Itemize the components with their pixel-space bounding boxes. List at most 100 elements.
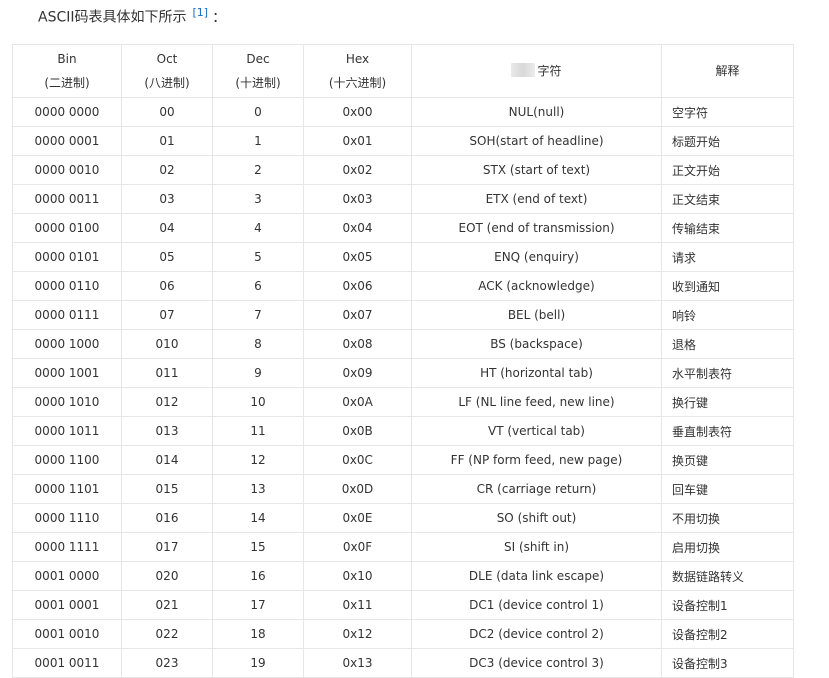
intro-colon: ： (212, 9, 227, 26)
cell-oct: 010 (121, 329, 213, 359)
cell-hex: 0x0F (303, 532, 412, 562)
cell-bin: 0001 0010 (12, 619, 122, 649)
cell-desc: 正文结束 (661, 184, 794, 214)
table-row: 0001 0011 023 19 0x13 DC3 (device control 3)… (12, 648, 794, 678)
cell-bin: 0000 1110 (12, 503, 122, 533)
cell-oct: 020 (121, 561, 213, 591)
header-hex: Hex (十六进制) (303, 44, 412, 98)
header-bin-label: Bin (57, 52, 77, 66)
cell-bin: 0000 0111 (12, 300, 122, 330)
cell-bin: 0000 1001 (12, 358, 122, 388)
cell-bin: 0000 1011 (12, 416, 122, 446)
table-row: 0000 1001 011 9 0x09 HT (horizontal tab) 水平制表… (12, 358, 794, 388)
cell-hex: 0x12 (303, 619, 412, 649)
cell-dec: 6 (212, 271, 304, 301)
header-desc-label: 解释 (715, 64, 740, 78)
cell-char: EOT (end of transmission) (411, 213, 662, 243)
cell-dec: 17 (212, 590, 304, 620)
cell-hex: 0x07 (303, 300, 412, 330)
header-dec-sub: (十进制) (235, 76, 281, 90)
cell-oct: 014 (121, 445, 213, 475)
cell-hex: 0x13 (303, 648, 412, 678)
cell-bin: 0000 0101 (12, 242, 122, 272)
cell-hex: 0x01 (303, 126, 412, 156)
cell-oct: 016 (121, 503, 213, 533)
cell-dec: 3 (212, 184, 304, 214)
cell-desc: 响铃 (661, 300, 794, 330)
cell-char: DC2 (device control 2) (411, 619, 662, 649)
ascii-table: Bin (二进制) Oct (八进制) Dec (十进制) Hex (十六进制)… (12, 44, 794, 678)
header-dec: Dec (十进制) (212, 44, 304, 98)
table-row: 0000 0100 04 4 0x04 EOT (end of transmission… (12, 213, 794, 243)
obscured-text (511, 63, 536, 77)
cell-bin: 0000 0100 (12, 213, 122, 243)
header-dec-label: Dec (246, 52, 270, 66)
cell-oct: 02 (121, 155, 213, 185)
cell-desc: 空字符 (661, 97, 794, 127)
cell-oct: 00 (121, 97, 213, 127)
cell-oct: 011 (121, 358, 213, 388)
intro-text: ASCII码表具体如下所示 (38, 9, 187, 26)
cell-desc: 标题开始 (661, 126, 794, 156)
cell-hex: 0x00 (303, 97, 412, 127)
cell-dec: 13 (212, 474, 304, 504)
cell-char: SO (shift out) (411, 503, 662, 533)
header-oct-label: Oct (156, 52, 178, 66)
table-row: 0000 1100 014 12 0x0C FF (NP form feed, new … (12, 445, 794, 475)
cell-desc: 退格 (661, 329, 794, 359)
table-body: 0000 0000 00 0 0x00 NUL(null) 空字符 0000 0001 01 1… (12, 97, 794, 678)
header-bin: Bin (二进制) (12, 44, 122, 98)
cell-dec: 7 (212, 300, 304, 330)
cell-bin: 0000 1010 (12, 387, 122, 417)
cell-desc: 设备控制2 (661, 619, 794, 649)
cell-dec: 14 (212, 503, 304, 533)
cell-bin: 0000 0011 (12, 184, 122, 214)
cell-char: STX (start of text) (411, 155, 662, 185)
table-row: 0000 0000 00 0 0x00 NUL(null) 空字符 (12, 97, 794, 127)
reference-link[interactable]: [1] (193, 6, 209, 19)
cell-dec: 16 (212, 561, 304, 591)
table-row: 0000 1000 010 8 0x08 BS (backspace) 退格 (12, 329, 794, 359)
cell-dec: 2 (212, 155, 304, 185)
table-row: 0000 1011 013 11 0x0B VT (vertical tab) 垂直制表符 (12, 416, 794, 446)
cell-bin: 0000 1100 (12, 445, 122, 475)
table-row: 0000 0101 05 5 0x05 ENQ (enquiry) 请求 (12, 242, 794, 272)
header-desc: 解释 (661, 44, 794, 98)
cell-char: BEL (bell) (411, 300, 662, 330)
cell-oct: 01 (121, 126, 213, 156)
table-row: 0000 0001 01 1 0x01 SOH(start of headline) 标题… (12, 126, 794, 156)
cell-oct: 015 (121, 474, 213, 504)
cell-desc: 换行键 (661, 387, 794, 417)
cell-hex: 0x08 (303, 329, 412, 359)
header-oct: Oct (八进制) (121, 44, 213, 98)
table-row: 0000 1010 012 10 0x0A LF (NL line feed, new … (12, 387, 794, 417)
cell-char: BS (backspace) (411, 329, 662, 359)
cell-char: SOH(start of headline) (411, 126, 662, 156)
cell-dec: 10 (212, 387, 304, 417)
cell-bin: 0000 0010 (12, 155, 122, 185)
cell-oct: 022 (121, 619, 213, 649)
cell-bin: 0000 0001 (12, 126, 122, 156)
cell-dec: 19 (212, 648, 304, 678)
cell-bin: 0001 0011 (12, 648, 122, 678)
cell-dec: 5 (212, 242, 304, 272)
cell-bin: 0000 1111 (12, 532, 122, 562)
header-char: 字符 (411, 44, 662, 98)
header-bin-sub: (二进制) (44, 76, 90, 90)
cell-desc: 不用切换 (661, 503, 794, 533)
cell-char: NUL(null) (411, 97, 662, 127)
cell-char: LF (NL line feed, new line) (411, 387, 662, 417)
cell-dec: 8 (212, 329, 304, 359)
cell-hex: 0x04 (303, 213, 412, 243)
cell-hex: 0x0B (303, 416, 412, 446)
cell-char: CR (carriage return) (411, 474, 662, 504)
cell-char: DC3 (device control 3) (411, 648, 662, 678)
cell-hex: 0x0E (303, 503, 412, 533)
cell-oct: 04 (121, 213, 213, 243)
cell-bin: 0000 0000 (12, 97, 122, 127)
cell-desc: 水平制表符 (661, 358, 794, 388)
cell-char: ETX (end of text) (411, 184, 662, 214)
cell-desc: 正文开始 (661, 155, 794, 185)
cell-char: HT (horizontal tab) (411, 358, 662, 388)
cell-desc: 换页键 (661, 445, 794, 475)
